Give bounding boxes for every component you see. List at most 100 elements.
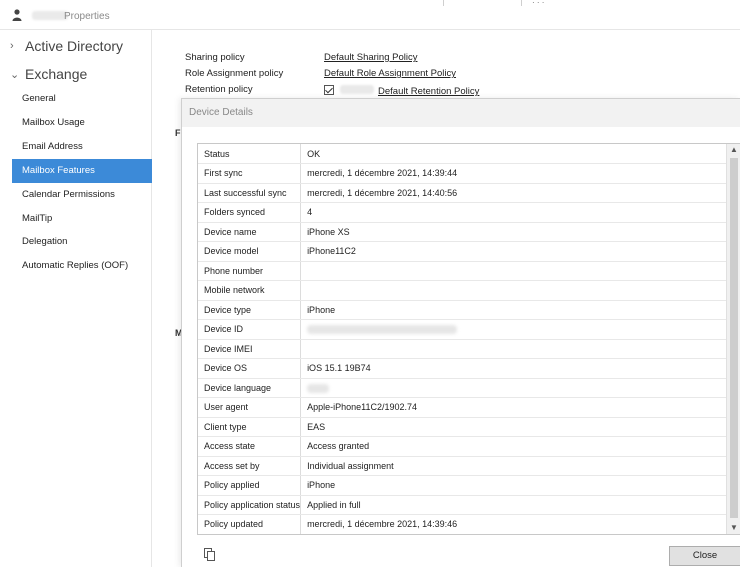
property-value: Applied in full: [300, 495, 728, 515]
scroll-down-icon[interactable]: ▼: [727, 522, 740, 534]
property-name: Policy updated: [198, 514, 302, 534]
property-value: [300, 378, 728, 398]
sharing-policy-link[interactable]: Default Sharing Policy: [324, 52, 417, 63]
property-name: Client type: [198, 417, 302, 437]
retention-policy-row: Retention policy Default Retention Polic…: [185, 84, 479, 97]
table-row[interactable]: First sync mercredi, 1 décembre 2021, 14:…: [198, 163, 728, 184]
property-name: Access set by: [198, 456, 302, 476]
device-details-grid[interactable]: Status OK First sync mercredi, 1 décembre 2…: [197, 143, 740, 535]
table-row[interactable]: Status OK: [198, 144, 728, 164]
chevron-down-icon: ⌄: [10, 68, 20, 81]
table-row[interactable]: Device ID: [198, 319, 728, 340]
table-row[interactable]: Access set by Individual assignment: [198, 456, 728, 476]
more-options-dots[interactable]: · · ·: [532, 0, 544, 7]
scroll-up-icon[interactable]: ▲: [727, 144, 740, 156]
property-name: Device IMEI: [198, 339, 302, 359]
device-details-dialog: Device Details Status OK First sync mercred…: [181, 98, 740, 567]
role-assignment-policy-label: Role Assignment policy: [185, 68, 284, 79]
nav-group-label: Exchange: [25, 66, 88, 82]
sharing-policy-label: Sharing policy: [185, 52, 245, 63]
role-assignment-policy-link[interactable]: Default Role Assignment Policy: [324, 68, 456, 79]
chevron-right-icon: ›: [10, 40, 14, 52]
table-row[interactable]: Access state Access granted: [198, 436, 728, 457]
redacted-value: [307, 325, 458, 335]
property-value: [300, 339, 728, 359]
retention-policy-label: Retention policy: [185, 84, 253, 95]
property-name: Mobile network: [198, 280, 302, 301]
property-value: iPhone: [300, 475, 728, 496]
property-value: mercredi, 1 décembre 2021, 14:40:56: [300, 183, 728, 203]
nav-item-mailbox-features[interactable]: Mailbox Features: [12, 159, 152, 183]
table-row[interactable]: Policy applied iPhone: [198, 475, 728, 496]
property-value: EAS: [300, 417, 728, 437]
property-name: Policy applied: [198, 475, 302, 496]
property-value: Individual assignment: [300, 456, 728, 476]
property-value: 4: [300, 202, 728, 223]
dialog-title: Device Details: [182, 99, 740, 127]
property-name: Access state: [198, 436, 302, 457]
nav-item-automatic-replies[interactable]: Automatic Replies (OOF): [12, 254, 152, 278]
property-name: Last successful sync: [198, 183, 302, 203]
property-value: [300, 261, 728, 281]
redacted-value: [307, 383, 330, 393]
close-button[interactable]: Close: [669, 546, 740, 566]
divider: [521, 0, 522, 6]
table-row[interactable]: Client type EAS: [198, 417, 728, 437]
table-row[interactable]: Policy application status Applied in full: [198, 495, 728, 515]
property-value: Apple-iPhone11C2/1902.74: [300, 397, 728, 418]
table-row[interactable]: Device name iPhone XS: [198, 222, 728, 242]
table-row[interactable]: User agent Apple-iPhone11C2/1902.74: [198, 397, 728, 418]
nav-item-mailtip[interactable]: MailTip: [12, 207, 152, 231]
property-name: Policy application status: [198, 495, 302, 515]
property-name: Status: [198, 144, 302, 164]
retention-policy-link[interactable]: Default Retention Policy: [378, 86, 479, 97]
table-row[interactable]: Device OS iOS 15.1 19B74: [198, 358, 728, 379]
retention-policy-value: Default Retention Policy: [324, 84, 479, 97]
person-icon: [12, 9, 22, 21]
scrollbar-thumb[interactable]: [730, 158, 738, 518]
property-value: iPhone11C2: [300, 241, 728, 262]
property-name: Device OS: [198, 358, 302, 379]
property-name: Device ID: [198, 319, 302, 340]
vertical-scrollbar[interactable]: ▲ ▼: [726, 144, 740, 534]
left-navigation: › Active Directory ⌄ Exchange General Ma…: [0, 30, 152, 567]
table-row[interactable]: Device type iPhone: [198, 300, 728, 320]
property-value: [300, 319, 728, 340]
table-row[interactable]: Device model iPhone11C2: [198, 241, 728, 262]
table-row[interactable]: Device IMEI: [198, 339, 728, 359]
table-row[interactable]: Mobile network: [198, 280, 728, 301]
nav-item-general[interactable]: General: [12, 87, 152, 111]
redacted-user-name: [32, 11, 68, 20]
nav-group-label: Active Directory: [25, 38, 124, 54]
property-name: Device type: [198, 300, 302, 320]
nav-group-exchange[interactable]: ⌄ Exchange: [10, 66, 87, 82]
property-value: Access granted: [300, 436, 728, 457]
property-value: [300, 280, 728, 301]
property-name: Folders synced: [198, 202, 302, 223]
nav-item-email-address[interactable]: Email Address: [12, 135, 152, 159]
role-assignment-policy-row: Role Assignment policy Default Role Assi…: [185, 68, 456, 79]
retention-policy-checkbox[interactable]: [324, 85, 334, 95]
property-value: mercredi, 1 décembre 2021, 14:39:44: [300, 163, 728, 184]
property-name: User agent: [198, 397, 302, 418]
nav-item-calendar-permissions[interactable]: Calendar Permissions: [12, 183, 152, 207]
nav-item-delegation[interactable]: Delegation: [12, 230, 152, 254]
property-name: Device language: [198, 378, 302, 398]
property-name: Device model: [198, 241, 302, 262]
copy-icon[interactable]: [204, 548, 216, 561]
property-value: OK: [300, 144, 728, 164]
table-row[interactable]: Phone number: [198, 261, 728, 281]
window-title-bar: Properties · · ·: [0, 0, 740, 30]
nav-item-mailbox-usage[interactable]: Mailbox Usage: [12, 111, 152, 135]
window-title: Properties: [64, 11, 110, 22]
section-heading-fragment: F: [175, 128, 181, 138]
table-row[interactable]: Folders synced 4: [198, 202, 728, 223]
property-value: mercredi, 1 décembre 2021, 14:39:46: [300, 514, 728, 534]
property-name: Device name: [198, 222, 302, 242]
property-name: Phone number: [198, 261, 302, 281]
table-row[interactable]: Last successful sync mercredi, 1 décembre…: [198, 183, 728, 203]
table-row[interactable]: Policy updated mercredi, 1 décembre 2021,…: [198, 514, 728, 534]
nav-group-active-directory[interactable]: › Active Directory: [10, 38, 123, 54]
divider: [443, 0, 444, 6]
table-row[interactable]: Device language: [198, 378, 728, 398]
